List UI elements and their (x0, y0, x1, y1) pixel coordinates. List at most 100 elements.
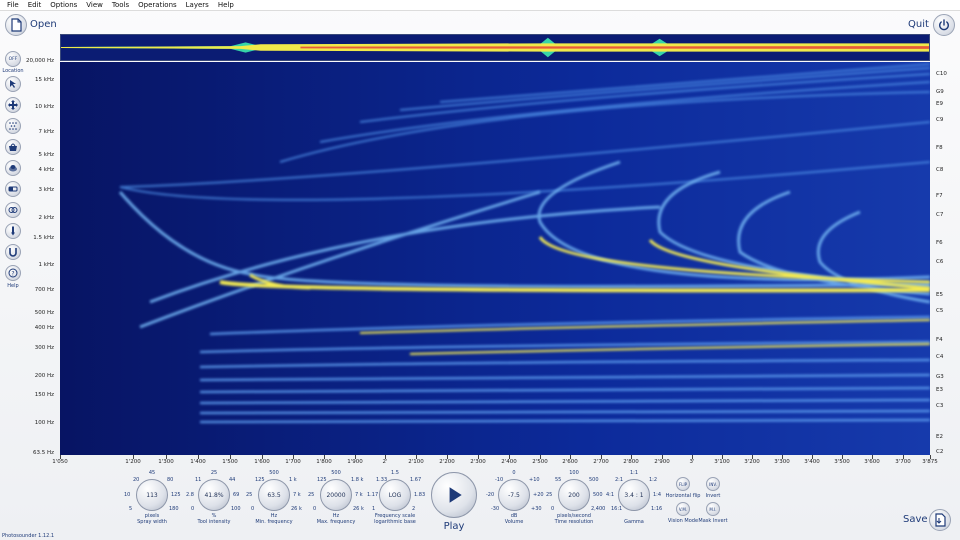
x-label: 1'700 (285, 459, 301, 465)
save-button[interactable] (929, 509, 951, 531)
help-label[interactable]: Help (0, 283, 26, 289)
knob-value: 41.8% (204, 491, 224, 499)
knob-group: 1:1 2:1 1:2 4:1 1:4 16:1 1:16 3.4 : 1 Gamma (603, 470, 665, 530)
knob-value: -7.5 (508, 491, 520, 499)
knob-scale-label: 10 (124, 492, 131, 498)
save-label[interactable]: Save (903, 514, 928, 525)
knob-value: 113 (146, 491, 158, 499)
menu-layers[interactable]: Layers (186, 1, 209, 9)
knob-scale-label: 500 (589, 477, 599, 483)
flip-button[interactable]: FLIP (676, 477, 690, 491)
knob-scale-label: 11 (195, 477, 202, 483)
quit-button[interactable] (933, 14, 955, 36)
bucket-icon (9, 143, 17, 151)
power-icon (939, 19, 949, 31)
x-label: 1'500 (222, 459, 238, 465)
x-label: 1'900 (347, 459, 363, 465)
play-button[interactable] (431, 472, 477, 518)
knob-scale-label: 0 (251, 506, 255, 512)
knob-dial[interactable]: 63.5 (258, 479, 290, 511)
knob-scale-label: 180 (169, 506, 179, 512)
menu-edit[interactable]: Edit (28, 1, 42, 9)
x-label: 3'700 (895, 459, 911, 465)
x-label: 1'050 (52, 459, 68, 465)
invert-button[interactable]: INV. (706, 477, 720, 491)
knob-scale-label: 500 (331, 470, 341, 476)
knob-dial[interactable]: 41.8% (198, 479, 230, 511)
pipette-icon (11, 226, 15, 236)
note-label: E5 (936, 292, 943, 298)
knob-scale-label: +30 (531, 506, 542, 512)
knob-value: 200 (568, 491, 580, 499)
knob-scale-label: 7 k (355, 492, 363, 498)
location-toggle[interactable]: OFF (5, 51, 21, 67)
knob-scale-label: 16:1 (611, 506, 623, 512)
note-label: G9 (936, 89, 944, 95)
x-label: 3'100 (714, 459, 730, 465)
note-label: C6 (936, 259, 944, 265)
blur-tool-button[interactable] (5, 160, 21, 176)
magnet-tool-button[interactable] (5, 244, 21, 260)
knob-scale-label: 2:1 (615, 477, 624, 483)
select-tool-button[interactable] (5, 76, 21, 92)
vision-mode-button[interactable]: V.M. (676, 502, 690, 516)
knob-scale-label: 1.8 k (351, 477, 364, 483)
knob-dial[interactable]: 200 (558, 479, 590, 511)
note-label: E3 (936, 387, 943, 393)
menu-tools[interactable]: Tools (112, 1, 129, 9)
note-label: C9 (936, 117, 944, 123)
y-label: 500 Hz (34, 310, 54, 316)
clone-tool-button[interactable] (5, 202, 21, 218)
knob-scale-label: +10 (529, 477, 540, 483)
knob-scale-label: 0 (191, 506, 195, 512)
menu-view[interactable]: View (86, 1, 103, 9)
menu-bar: File Edit Options View Tools Operations … (0, 0, 960, 11)
overview-waveform[interactable] (60, 34, 930, 61)
note-label: C3 (936, 403, 944, 409)
play-label[interactable]: Play (431, 521, 477, 532)
menu-options[interactable]: Options (50, 1, 77, 9)
knob-scale-label: 125 (171, 492, 181, 498)
knob-caption: Spray width (137, 519, 167, 525)
knob-scale-label: 45 (148, 470, 156, 476)
fill-tool-button[interactable] (5, 139, 21, 155)
knob-scale-label: 55 (555, 477, 562, 483)
knob-scale-label: 0 (551, 506, 555, 512)
y-label: 63.5 Hz (32, 450, 54, 456)
knob-dial[interactable]: 20000 (320, 479, 352, 511)
x-label: 2'600 (562, 459, 578, 465)
x-label: 1'200 (125, 459, 141, 465)
eraser-tool-button[interactable] (5, 181, 21, 197)
x-label: 3' (689, 459, 695, 465)
eraser-icon (8, 186, 18, 192)
knob-dial[interactable]: 3.4 : 1 (618, 479, 650, 511)
y-label: 200 Hz (34, 373, 54, 379)
knob-value: 20000 (326, 491, 346, 499)
knob-scale-label: 44 (229, 477, 236, 483)
quit-label[interactable]: Quit (908, 19, 929, 30)
mask-invert-icon: M.I. (709, 506, 717, 512)
knob-scale-label: 4:1 (606, 492, 615, 498)
knob-dial[interactable]: -7.5 (498, 479, 530, 511)
mask-invert-button[interactable]: M.I. (706, 502, 720, 516)
spectrogram[interactable] (60, 62, 930, 455)
move-tool-button[interactable] (5, 97, 21, 113)
knob-scale-label: 1.67 (410, 477, 422, 483)
x-label: 2'300 (470, 459, 486, 465)
note-label: F8 (936, 145, 943, 151)
open-button[interactable] (5, 14, 27, 36)
x-label: 3'875 (922, 459, 938, 465)
help-button[interactable]: ? (5, 265, 21, 281)
knob-scale-label: 1.17 (367, 492, 379, 498)
pipette-tool-button[interactable] (5, 223, 21, 239)
knob-dial[interactable]: LOG (379, 479, 411, 511)
y-label: 100 Hz (34, 420, 54, 426)
menu-help[interactable]: Help (218, 1, 234, 9)
spray-tool-button[interactable] (5, 118, 21, 134)
open-label[interactable]: Open (30, 19, 57, 30)
knob-scale-label: 1 k (289, 477, 297, 483)
knob-dial[interactable]: 113 (136, 479, 168, 511)
x-label: 2'700 (593, 459, 609, 465)
menu-file[interactable]: File (7, 1, 19, 9)
menu-operations[interactable]: Operations (138, 1, 176, 9)
